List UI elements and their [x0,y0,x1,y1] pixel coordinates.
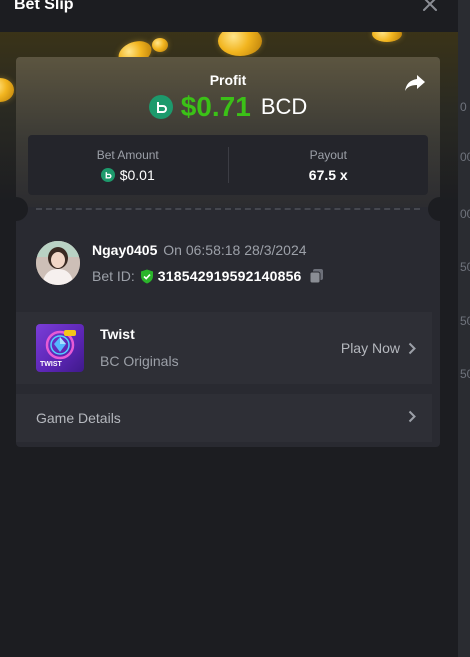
background-text: 50 [460,260,470,274]
background-text: 50 [460,314,470,328]
bet-id-label: Bet ID: [92,268,135,284]
game-details-label: Game Details [36,410,121,426]
chevron-right-icon [408,342,416,354]
background-text: 00 [460,207,470,221]
background-text: 0 [460,100,467,114]
profit-currency: BCD [260,94,308,119]
game-thumbnail-label: TWIST [40,361,62,368]
game-provider: BC Originals [100,353,179,369]
bet-amount-value: $0.01 [119,166,155,183]
coin-decoration [218,32,262,56]
bet-amount-value-row: $0.01 [100,166,155,183]
close-icon[interactable] [420,0,440,14]
play-now-button[interactable]: Play Now [341,340,416,356]
game-details-row[interactable]: Game Details [16,394,432,442]
bet-id-row: Bet ID: 318542919592140856 [92,268,324,284]
game-name: Twist [100,326,135,342]
chevron-right-icon [408,410,416,423]
background-page-strip: 0 00 00 50 50 50 [458,0,470,657]
coin-decoration [372,32,402,42]
play-now-label: Play Now [340,340,400,356]
copy-icon[interactable] [309,268,324,284]
bc-coin-icon [148,95,173,119]
profit-label: Profit [209,72,247,88]
payout-label: Payout [309,147,347,162]
bc-coin-icon [100,167,115,182]
share-icon[interactable] [404,73,426,93]
profit-amount: $0.71 [180,91,251,122]
bet-id-value: 318542919592140856 [157,268,302,284]
coin-decoration [0,78,14,102]
verified-shield-icon [140,269,153,283]
bet-slip-title: Bet Slip [14,0,74,13]
background-text: 50 [460,367,470,381]
coin-decoration [152,38,168,52]
game-thumbnail: TWIST [36,324,84,372]
bet-timestamp: On 06:58:18 28/3/2024 [163,242,307,258]
payout-value: 67.5 x [308,166,348,183]
bet-amount-stat: Bet Amount $0.01 [28,135,228,195]
bet-amount-label: Bet Amount [96,147,159,162]
profit-row: $0.71 BCD [16,91,440,123]
bet-card: Profit $0.71 BCD Bet Amount $0.01 Payout… [16,57,440,447]
game-row[interactable]: TWIST Twist BC Originals Play Now [16,312,432,384]
background-text: 00 [460,150,470,164]
ticket-notch-right [428,197,440,221]
user-info-row: Ngay0405 On 06:58:18 28/3/2024 [92,242,307,258]
bet-stats-panel: Bet Amount $0.01 Payout 67.5 x [28,135,428,195]
payout-stat: Payout 67.5 x [229,135,429,195]
bet-slip-header: Bet Slip [0,0,458,32]
ticket-divider [36,208,420,210]
avatar[interactable] [36,241,80,285]
username[interactable]: Ngay0405 [92,242,157,258]
